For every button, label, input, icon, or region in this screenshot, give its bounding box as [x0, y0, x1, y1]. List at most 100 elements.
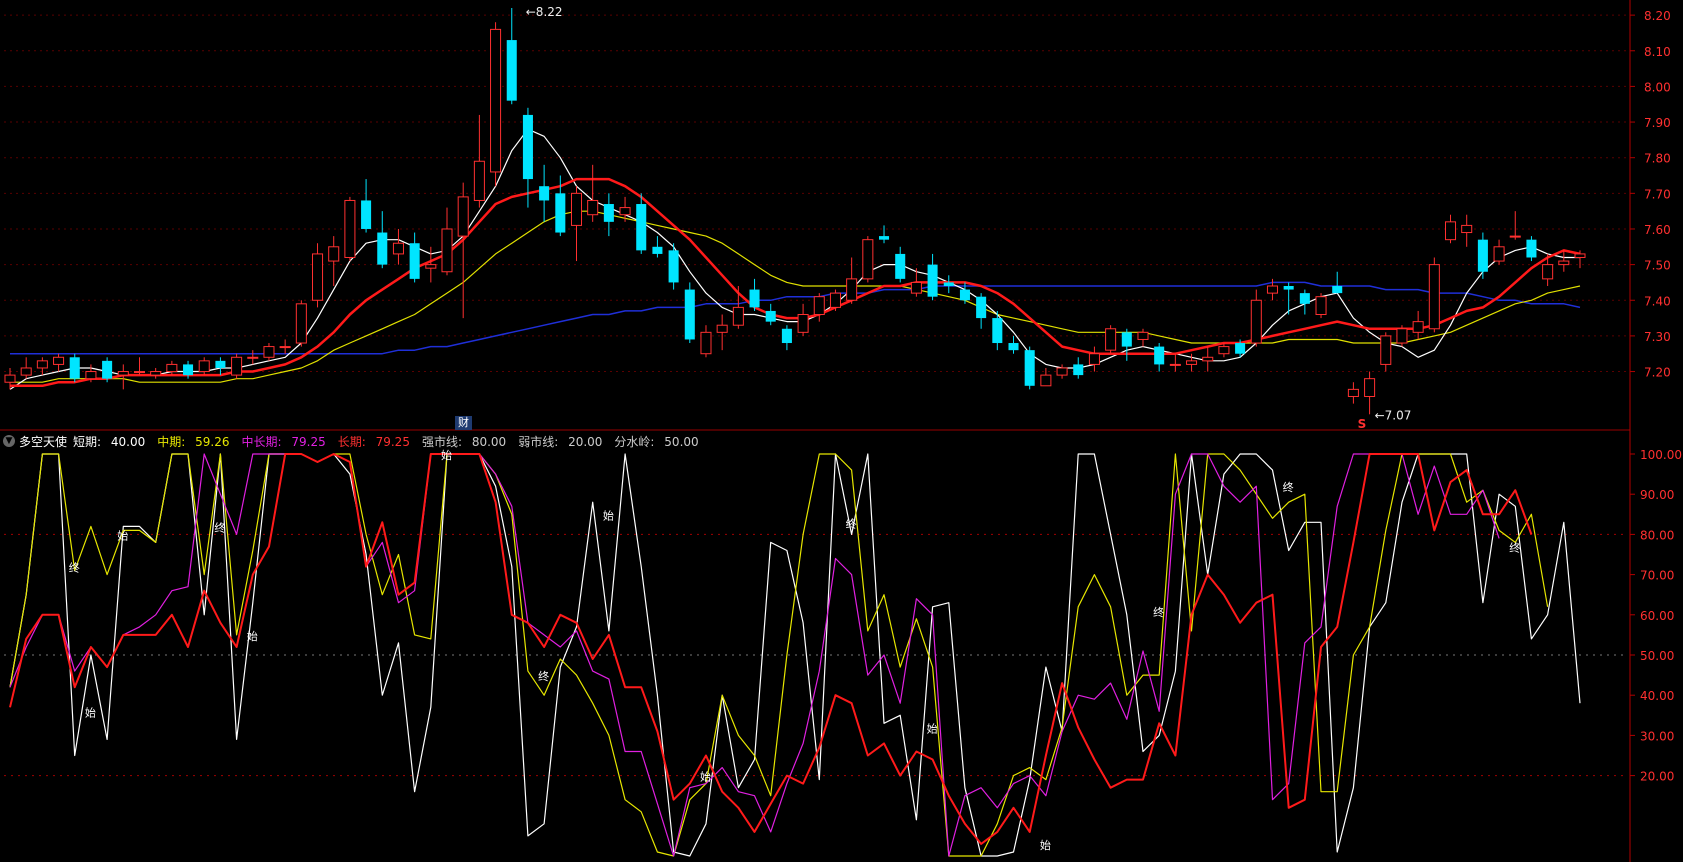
candle-body-down: [69, 357, 80, 379]
candle-body-down: [1121, 332, 1132, 347]
start-marker: 始: [927, 721, 938, 735]
candle-body-up: [846, 278, 858, 301]
end-marker: 终: [538, 669, 549, 683]
collapse-icon[interactable]: ▼: [3, 435, 15, 447]
candle-body-down: [765, 310, 776, 322]
candle-body-up: [425, 264, 437, 269]
indicator-name[interactable]: 多空天使: [19, 433, 67, 450]
candle-body-down: [102, 360, 113, 379]
candle-body-up: [570, 192, 583, 226]
candle-body-up: [1461, 224, 1473, 234]
candle-body-up: [1542, 264, 1554, 280]
price-tick-label: 7.80: [1644, 152, 1671, 166]
candle-body-up: [862, 239, 874, 280]
candle-body-up: [150, 371, 162, 376]
candle-body-down: [1477, 239, 1488, 272]
candle-body-up: [198, 360, 210, 373]
candle-body-up: [1315, 296, 1327, 316]
long-term-label: 长期: 79.25: [337, 434, 410, 449]
price-tick-label: 8.10: [1644, 45, 1671, 59]
ma-white-line: [9, 128, 1580, 390]
candle-body-down: [539, 186, 550, 201]
candle-body-down: [959, 289, 970, 301]
indicator-grid: [4, 533, 1628, 777]
indicator-tick-label: 60.00: [1640, 609, 1674, 623]
moving-average-lines: [9, 128, 1581, 390]
indicator-tick-label: 100.00: [1640, 448, 1682, 462]
candle-body-down: [976, 296, 987, 319]
candle-body-down: [215, 360, 226, 368]
price-tick-label: 7.90: [1644, 116, 1671, 130]
candle-body-up: [1396, 328, 1408, 344]
price-tick-label: 8.00: [1644, 80, 1671, 94]
stock-chart-window: { "colors": { "background": "#000000", "…: [0, 0, 1683, 862]
candle-body-down: [1008, 343, 1019, 351]
candle-body-down: [652, 246, 663, 254]
candle-body-down: [781, 328, 792, 344]
weak-line-label: 弱市线: 20.00: [518, 434, 603, 449]
chart-annotations: ←8.22←7.07S始始始始始始始始终终终终终终终: [69, 5, 1521, 852]
candle-body-down: [409, 243, 420, 279]
candle-body-down: [749, 289, 760, 308]
short-term-value: 40.00: [110, 434, 146, 449]
candle-body-up: [1250, 299, 1262, 344]
candle-body-up: [312, 253, 324, 301]
candle-body-up: [700, 331, 712, 355]
price-tick-label: 7.60: [1644, 223, 1671, 237]
candle-body-down: [943, 282, 954, 286]
divide-line-label: 分水岭: 50.00: [614, 434, 699, 449]
price-tick-label: 7.50: [1644, 259, 1671, 273]
candle-body-up: [1347, 388, 1359, 397]
ma-red-line: [10, 177, 1581, 388]
candle-body-up: [1428, 264, 1440, 330]
price-tick-label: 8.20: [1644, 9, 1671, 23]
candle-body-down: [522, 114, 533, 180]
candle-body-down: [1073, 364, 1084, 376]
candle-body-down: [1283, 286, 1294, 290]
candle-body-up: [247, 356, 259, 359]
candle-body-up: [1218, 346, 1230, 355]
candle-body-down: [668, 250, 679, 283]
candle-body-up: [133, 371, 146, 374]
s-signal-marker: S: [1358, 417, 1367, 431]
finance-event-badge[interactable]: 财: [455, 416, 472, 430]
mid-term-label: 中期: 59.26: [157, 434, 230, 449]
candle-body-up: [490, 28, 502, 173]
candle-body-up: [1088, 353, 1100, 365]
candle-body-up: [279, 346, 291, 349]
start-marker: 始: [1040, 838, 1051, 852]
start-marker: 始: [441, 448, 452, 462]
price-tick-label: 7.70: [1644, 187, 1671, 201]
indicator-header: ▼ 多空天使 短期: 40.00 中期: 59.26 中长期: 79.25 长期…: [0, 432, 711, 450]
candle-body-up: [619, 207, 631, 216]
candle-body-up: [797, 314, 809, 333]
indicator-tick-label: 70.00: [1640, 569, 1674, 583]
candle-body-up: [1493, 246, 1505, 262]
candle-body-up: [1056, 367, 1068, 376]
candle-body-up: [344, 199, 356, 258]
end-marker: 终: [1283, 480, 1294, 494]
candle-body-up: [1509, 235, 1521, 238]
mid-term-value: 59.26: [195, 434, 230, 449]
candle-body-up: [36, 360, 48, 369]
start-marker: 始: [117, 528, 128, 542]
end-marker: 终: [1153, 605, 1164, 619]
start-marker: 始: [603, 508, 614, 522]
low-price-label: ←7.07: [1375, 408, 1412, 422]
candle-body-down: [1526, 239, 1537, 258]
candle-body-up: [1444, 221, 1457, 241]
candle-body-down: [895, 253, 906, 279]
high-price-label: ←8.22: [526, 5, 563, 19]
indicator-tick-label: 80.00: [1640, 528, 1674, 542]
candle-body-down: [1154, 346, 1165, 365]
candle-body-up: [263, 346, 275, 358]
candle-body-up: [166, 363, 178, 373]
candle-body-up: [328, 246, 340, 262]
candle-body-down: [927, 264, 938, 297]
candle-body-down: [1332, 286, 1343, 294]
candle-body-down: [506, 40, 517, 101]
mid-long-term-label: 中长期: 79.25: [241, 434, 326, 449]
candle-body-up: [295, 303, 307, 344]
candle-body-up: [1186, 360, 1198, 365]
candle-body-up: [1137, 331, 1149, 340]
